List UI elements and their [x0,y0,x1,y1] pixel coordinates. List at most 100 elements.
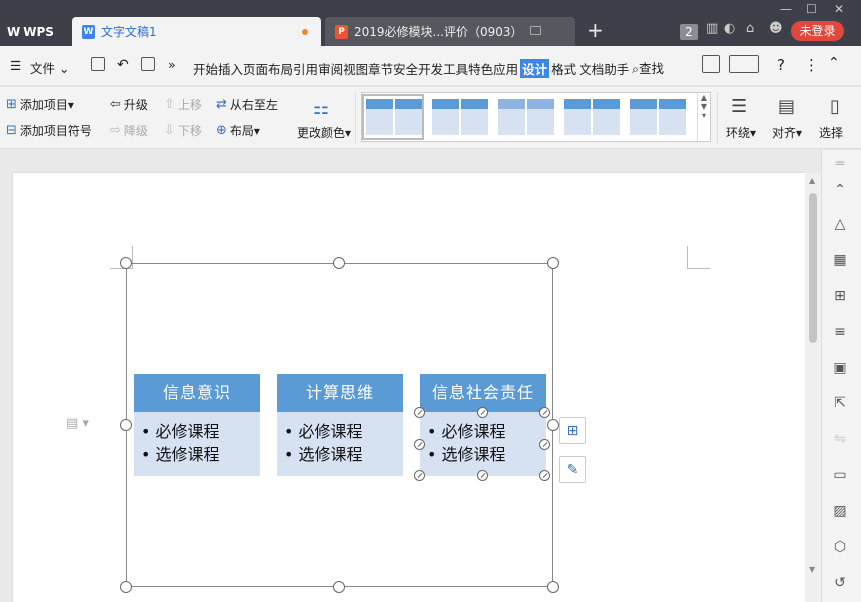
share-icon[interactable] [702,55,720,73]
print-icon[interactable] [141,57,155,71]
maximize-icon[interactable]: ☐ [806,2,817,16]
tab-page-layout[interactable]: 页面布局 [243,59,293,78]
right-to-left-button[interactable]: ⇄ 从右至左 [216,96,278,113]
resize-handle[interactable] [547,581,559,593]
bullet-item[interactable]: 必修课程 [427,420,546,443]
tab-references[interactable]: 引用 [293,59,318,78]
smartart-shape[interactable]: 信息意识 必修课程 选修课程 [134,374,260,476]
shape-resize-handle[interactable] [414,407,425,418]
shield-icon[interactable]: ⬡ [831,538,849,556]
minimize-icon[interactable]: — [780,2,792,16]
paragraph-layout-icon[interactable]: ▤ ▾ [66,416,89,431]
help-icon[interactable]: ? [777,56,785,74]
scroll-down-icon[interactable]: ▼ [809,565,815,574]
style-icon[interactable]: △ [831,215,849,233]
shape-title[interactable]: 信息意识 [134,374,260,412]
layout-button[interactable]: ⊕ 布局 ▾ [216,122,260,139]
bullet-item[interactable]: 选修课程 [141,443,260,466]
close-icon[interactable]: ✕ [834,2,844,16]
resize-handle[interactable] [120,581,132,593]
smartart-shape[interactable]: 信息社会责任 必修课程 选修课程 [420,374,546,476]
menu-icon[interactable]: ☰ [10,58,21,73]
archive-icon[interactable]: ▭ [831,466,849,484]
shape-resize-handle[interactable] [539,470,550,481]
style-option-2[interactable] [430,96,488,138]
more-options-icon[interactable]: ⋮ [804,56,819,74]
tab-special-apps[interactable]: 特色应用 [468,59,518,78]
shape-resize-handle[interactable] [414,439,425,450]
search-button[interactable]: ⌕查找 [632,58,664,77]
tab-doc-assistant[interactable]: 文档助手 [579,59,629,78]
change-color-button[interactable]: 更改颜色 ▾ [297,124,351,141]
shape-body[interactable]: 必修课程 选修课程 [420,412,546,476]
move-down-button[interactable]: ⇩ 下移 [164,122,202,139]
add-bullet-button[interactable]: ⊟ 添加项目符号 [6,122,92,139]
tab-start[interactable]: 开始 [193,59,218,78]
style-option-1[interactable] [362,94,424,140]
select-icon[interactable]: ▯ [830,96,840,117]
shape-resize-handle[interactable] [539,439,550,450]
scroll-thumb[interactable] [809,193,817,343]
shape-style-brush-icon[interactable]: ✎ [559,456,586,483]
shape-body[interactable]: 必修课程 选修课程 [134,412,260,476]
shape-resize-handle[interactable] [539,407,550,418]
settings-sliders-icon[interactable]: ≡ [831,323,849,341]
gallery-scroll[interactable]: ▲ ▼ ▾ [697,93,710,141]
tab-developer[interactable]: 开发工具 [418,59,468,78]
tab-presentation[interactable]: P 2019必修模块...评价（0903） [325,17,575,46]
save-icon[interactable] [91,57,105,71]
shape-resize-handle[interactable] [414,470,425,481]
table-icon[interactable]: ▦ [831,251,849,269]
resize-handle[interactable] [120,257,132,269]
skin-icon[interactable]: ⌂ [746,21,754,36]
shape-resize-handle[interactable] [477,470,488,481]
move-up-button[interactable]: ⇧ 上移 [164,96,202,113]
align-icon[interactable]: ▤ [778,96,795,117]
change-color-icon[interactable]: ⚏ [313,96,339,120]
picture-icon[interactable]: ▨ [831,502,849,520]
history-icon[interactable]: ↺ [831,574,849,592]
bullet-item[interactable]: 必修课程 [284,420,403,443]
account-icon[interactable]: ☻ [769,21,783,36]
scroll-up-icon[interactable]: ▲ [809,176,815,185]
tab-view[interactable]: 视图 [343,59,368,78]
select-button[interactable]: 选择 [819,124,843,141]
more-quick-access-icon[interactable]: » [168,57,176,72]
comment-menu-icon[interactable] [729,55,759,73]
bullet-item[interactable]: 选修课程 [284,443,403,466]
tab-design[interactable]: 设计 [520,59,550,78]
window-count-badge[interactable]: 2 [680,24,698,40]
smartart-shape[interactable]: 计算思维 必修课程 选修课程 [277,374,403,476]
shape-title[interactable]: 计算思维 [277,374,403,412]
promote-button[interactable]: ⇦ 升级 [110,96,148,113]
tab-document[interactable]: W 文字文稿1 [72,17,321,46]
sync-icon[interactable]: ◐ [724,21,735,36]
resize-handle[interactable] [547,257,559,269]
bullet-item[interactable]: 选修课程 [427,443,546,466]
tab-security[interactable]: 安全 [393,59,418,78]
style-option-5[interactable] [628,96,686,138]
split-view-icon[interactable]: ▥ [706,21,718,36]
add-item-button[interactable]: ⊞ 添加项目 ▾ [6,96,74,113]
export-icon[interactable]: ⇱ [831,394,849,412]
panel-collapse-icon[interactable]: ⌃ [831,181,849,199]
tab-format[interactable]: 格式 [551,59,576,78]
style-option-3[interactable] [496,96,554,138]
resize-handle[interactable] [547,419,559,431]
apps-icon[interactable]: ⊞ [831,287,849,305]
tab-review[interactable]: 审阅 [318,59,343,78]
tab-wps-home[interactable]: W WPS [0,17,68,46]
monitor-icon[interactable] [530,26,541,35]
vertical-scrollbar[interactable]: ▲ ▼ [805,173,821,602]
shape-resize-handle[interactable] [477,407,488,418]
file-menu[interactable]: 文件 ⌄ [30,58,69,77]
wrap-icon[interactable]: ☰ [731,96,747,117]
tab-chapter[interactable]: 章节 [368,59,393,78]
demote-button[interactable]: ⇨ 降级 [110,122,148,139]
shape-body[interactable]: 必修课程 选修课程 [277,412,403,476]
layout-options-icon[interactable]: ⊞ [559,417,586,444]
undo-icon[interactable]: ↶ [117,57,129,73]
align-button[interactable]: 对齐 ▾ [772,124,802,141]
collapse-ribbon-icon[interactable]: ⌃ [828,55,840,71]
bullet-item[interactable]: 必修课程 [141,420,260,443]
